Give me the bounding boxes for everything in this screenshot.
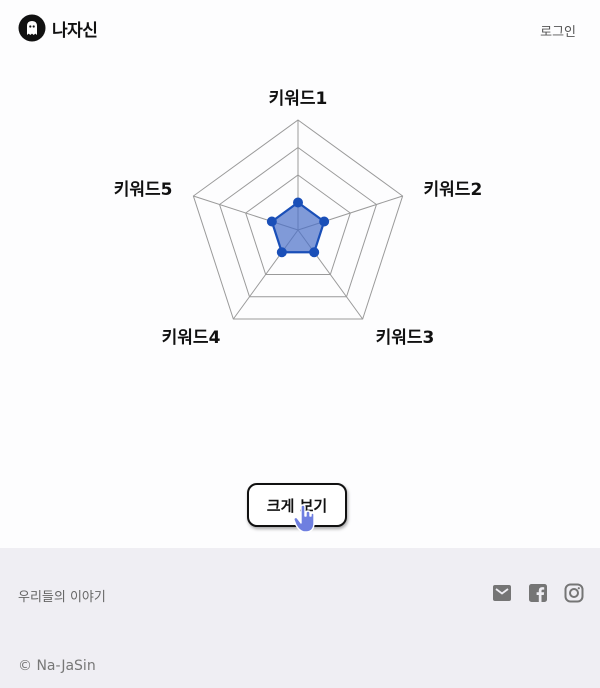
footer: 우리들의 이야기 © Na-JaSin bbox=[0, 548, 600, 688]
our-story-link[interactable]: 우리들의 이야기 bbox=[18, 586, 106, 605]
instagram-icon[interactable] bbox=[564, 583, 584, 603]
radar-data-point bbox=[309, 247, 320, 258]
copyright-text: © Na-JaSin bbox=[18, 658, 96, 674]
brand-logo[interactable]: 나자신 bbox=[18, 14, 98, 42]
radar-axis-label: 키워드4 bbox=[162, 328, 221, 348]
radar-data-point bbox=[266, 216, 277, 227]
facebook-icon[interactable] bbox=[528, 583, 548, 603]
hand-pointer-icon bbox=[293, 504, 315, 533]
header: 나자신 로그인 bbox=[0, 0, 600, 58]
ghost-logo-icon bbox=[18, 14, 46, 42]
social-links bbox=[492, 583, 584, 603]
radar-data-point bbox=[276, 247, 287, 258]
radar-data-area bbox=[270, 201, 326, 254]
radar-chart: 키워드1 키워드2 키워드3 키워드4 키워드5 bbox=[0, 70, 600, 450]
radar-data-point bbox=[319, 216, 330, 227]
login-link[interactable]: 로그인 bbox=[540, 21, 576, 40]
radar-axis-label: 키워드5 bbox=[114, 180, 173, 200]
radar-axis-label: 키워드3 bbox=[376, 328, 435, 348]
radar-data-point bbox=[293, 197, 303, 208]
mail-icon[interactable] bbox=[492, 583, 512, 603]
brand-name: 나자신 bbox=[52, 20, 98, 41]
radar-chart-svg: 키워드1 키워드2 키워드3 키워드4 키워드5 bbox=[114, 89, 483, 348]
radar-axis-label: 키워드2 bbox=[424, 180, 483, 200]
radar-axis-label: 키워드1 bbox=[269, 89, 328, 109]
